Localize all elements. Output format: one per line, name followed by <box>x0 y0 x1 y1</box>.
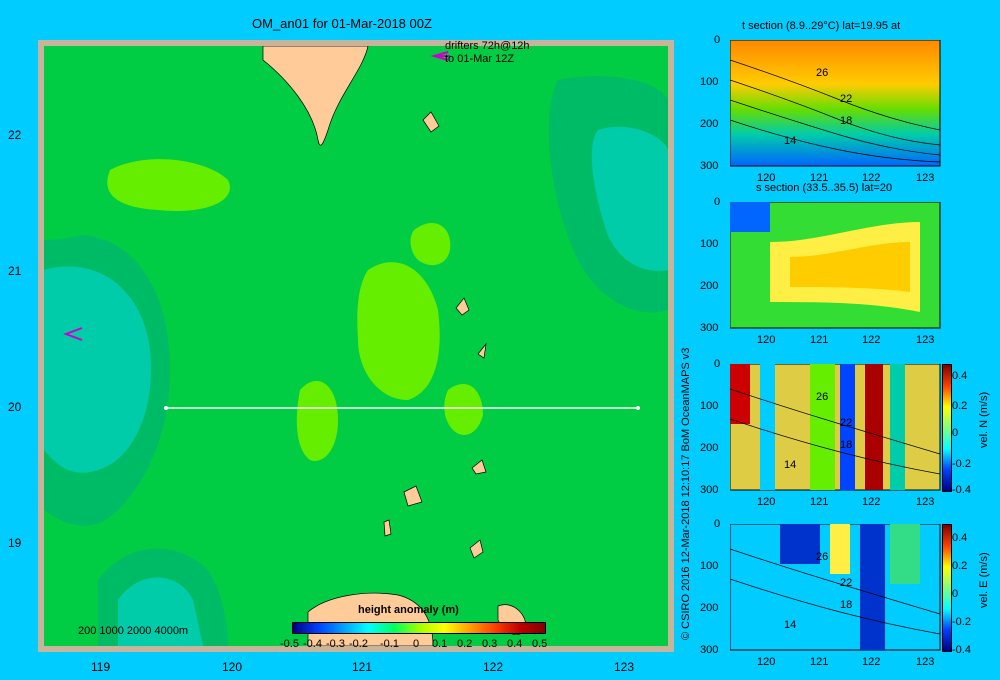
p4-xtick-121: 121 <box>810 656 829 668</box>
p3-ytick-0: 0 <box>714 358 721 370</box>
vele-panel: 26 22 18 14 <box>730 524 941 651</box>
veln-cbar-tick-m04: -0.4 <box>952 484 971 496</box>
map-ytick-21: 21 <box>8 264 22 278</box>
p3-ytick-300: 300 <box>700 484 719 496</box>
drifters-label-1: drifters 72h@12h <box>445 40 530 52</box>
p1-xtick-122: 122 <box>862 172 881 184</box>
colorbar-tick-05: 0.5 <box>532 638 548 650</box>
colorbar-tick-m05: -0.5 <box>280 638 299 650</box>
p4-xtick-123: 123 <box>916 656 935 668</box>
vele-cbar-tick-0: 0 <box>952 588 959 600</box>
credit-text: © CSIRO 2016 12-Mar-2018 12:10:17 BoM Oc… <box>680 347 692 640</box>
map-ytick-20: 20 <box>8 400 22 414</box>
p3-xtick-121: 121 <box>810 496 829 508</box>
p1-xtick-123: 123 <box>916 172 935 184</box>
p4-xtick-122: 122 <box>862 656 881 668</box>
p1-ytick-100: 100 <box>700 76 719 88</box>
p3-xtick-122: 122 <box>862 496 881 508</box>
colorbar-tick-m01: -0.1 <box>380 638 399 650</box>
p1-xtick-120: 120 <box>757 172 776 184</box>
veln-contour-label-14: 14 <box>784 459 796 471</box>
p2-ytick-300: 300 <box>700 322 719 334</box>
vele-cbar-tick-m04: -0.4 <box>952 644 971 656</box>
colorbar-tick-02: 0.2 <box>457 638 473 650</box>
map-xtick-122: 122 <box>483 660 504 674</box>
drifters-label-2: to 01-Mar 12Z <box>445 53 515 65</box>
p1-xtick-121: 121 <box>810 172 829 184</box>
colorbar <box>292 622 546 634</box>
veln-cbar-tick-02: 0.2 <box>952 400 968 412</box>
p3-ytick-100: 100 <box>700 400 719 412</box>
colorbar-label: height anomaly (m) <box>358 604 459 616</box>
s-section-panel <box>730 202 941 329</box>
vele-contour-label-22: 22 <box>840 577 852 589</box>
map-xtick-121: 121 <box>352 660 373 674</box>
colorbar-tick-0: 0 <box>413 638 420 650</box>
vele-colorbar <box>942 524 952 652</box>
veln-colorbar <box>942 364 952 492</box>
p4-ytick-200: 200 <box>700 602 719 614</box>
t-contour-label-14: 14 <box>784 135 796 147</box>
p1-ytick-200: 200 <box>700 118 719 130</box>
colorbar-tick-m04: -0.4 <box>303 638 322 650</box>
p4-ytick-300: 300 <box>700 644 719 656</box>
p4-xtick-120: 120 <box>757 656 776 668</box>
p2-xtick-122: 122 <box>862 334 881 346</box>
vele-cbar-tick-02: 0.2 <box>952 560 968 572</box>
veln-contour-label-18: 18 <box>840 439 852 451</box>
p2-xtick-121: 121 <box>810 334 829 346</box>
veln-cbar-tick-04: 0.4 <box>952 370 968 382</box>
p3-xtick-123: 123 <box>916 496 935 508</box>
veln-cbar-tick-0: 0 <box>952 427 959 439</box>
vele-contour-label-26: 26 <box>816 551 828 563</box>
p2-xtick-123: 123 <box>916 334 935 346</box>
t-section-panel: 26 22 18 14 <box>730 40 941 167</box>
main-map-title: OM_an01 for 01-Mar-2018 00Z <box>252 16 432 31</box>
veln-panel: 26 22 18 14 <box>730 364 941 491</box>
colorbar-tick-m02: -0.2 <box>349 638 368 650</box>
p2-ytick-200: 200 <box>700 280 719 292</box>
map-xtick-119: 119 <box>91 660 111 674</box>
p2-ytick-100: 100 <box>700 238 719 250</box>
veln-contour-label-22: 22 <box>840 417 852 429</box>
vele-cbar-tick-m02: -0.2 <box>952 616 971 628</box>
t-contour-label-18: 18 <box>840 115 852 127</box>
p2-xtick-120: 120 <box>757 334 776 346</box>
map-xtick-123: 123 <box>614 660 635 674</box>
map-ytick-19: 19 <box>8 536 22 550</box>
map-xtick-120: 120 <box>222 660 243 674</box>
colorbar-tick-01: 0.1 <box>432 638 448 650</box>
veln-cbar-tick-m02: -0.2 <box>952 458 971 470</box>
colorbar-tick-04: 0.4 <box>507 638 523 650</box>
t-section-title: t section (8.9..29°C) lat=19.95 at <box>742 20 901 32</box>
p1-ytick-0: 0 <box>714 34 721 46</box>
depth-legend: 200 1000 2000 4000m <box>78 625 189 637</box>
p4-ytick-0: 0 <box>714 518 721 530</box>
p1-ytick-300: 300 <box>700 160 719 172</box>
vele-cbar-tick-04: 0.4 <box>952 532 968 544</box>
p2-ytick-0: 0 <box>714 196 721 208</box>
p3-xtick-120: 120 <box>757 496 776 508</box>
veln-contour-label-26: 26 <box>816 391 828 403</box>
t-contour-label-26: 26 <box>816 67 828 79</box>
vele-contour-label-18: 18 <box>840 599 852 611</box>
main-map <box>38 40 674 652</box>
veln-label: vel. N (m/s) <box>978 391 990 448</box>
colorbar-tick-03: 0.3 <box>482 638 498 650</box>
t-contour-label-22: 22 <box>840 93 852 105</box>
map-ytick-22: 22 <box>8 128 22 142</box>
p4-ytick-100: 100 <box>700 560 719 572</box>
vele-contour-label-14: 14 <box>784 619 796 631</box>
colorbar-tick-m03: -0.3 <box>326 638 345 650</box>
vele-label: vel. E (m/s) <box>978 552 990 608</box>
p3-ytick-200: 200 <box>700 442 719 454</box>
